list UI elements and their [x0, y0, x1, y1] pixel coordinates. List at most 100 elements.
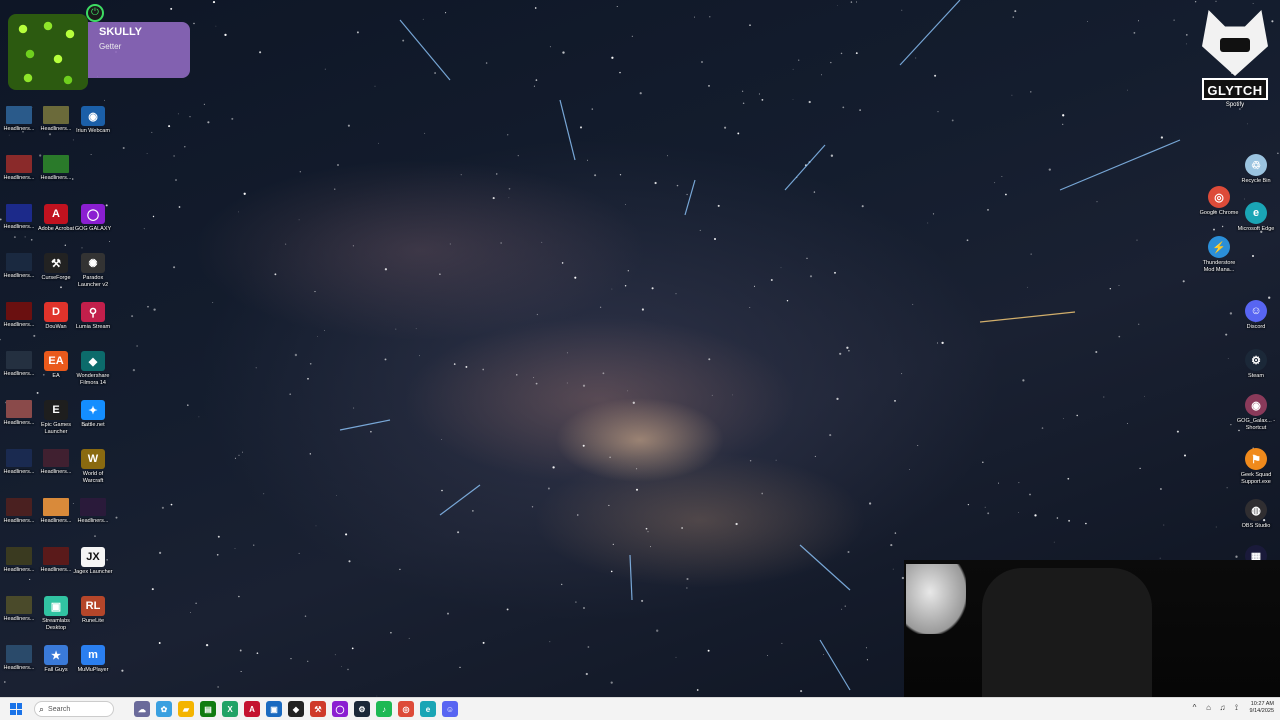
gog-galax-shortcut-icon: ◉ [1245, 394, 1267, 416]
pen-icon[interactable]: ⟟ [1232, 703, 1242, 713]
desktop-icon-iriun-webcam[interactable]: ◉ Iriun Webcam [74, 104, 112, 150]
desktop-icon-headliners[interactable]: Headliners... [0, 643, 38, 689]
desktop-icon-headliners[interactable]: Headliners... [0, 398, 38, 444]
desktop-icon-label: CurseForge [41, 275, 71, 281]
desktop-icon-label: Headliners... [3, 273, 35, 279]
search-icon: ⌕ [39, 703, 45, 714]
desktop-icon-world-of-warcraft[interactable]: W World of Warcraft [74, 447, 112, 493]
gaming-chair [982, 568, 1152, 697]
taskbar-gog-galaxy-icon[interactable]: ◯ [332, 701, 348, 717]
desktop-icon-paradox-launcher-v2[interactable]: ✺ Paradox Launcher v2 [74, 251, 112, 297]
desktop-icon-steam[interactable]: ⚙ Steam [1237, 347, 1275, 393]
microsoft-edge-icon: e [1245, 202, 1267, 224]
chevron-up-icon[interactable]: ^ [1190, 703, 1200, 713]
desktop-icon-headliners[interactable]: Headliners... [0, 300, 38, 346]
desktop-icon-headliners[interactable]: Headliners... [37, 545, 75, 591]
desktop-icon-gog-galaxy[interactable]: ◯ GOG GALAXY [74, 202, 112, 248]
clock-time: 10:27 AM [1250, 701, 1274, 707]
search-box[interactable]: ⌕ Search [34, 701, 114, 717]
desktop-icon-headliners[interactable]: Headliners... [37, 447, 75, 493]
desktop-icon-recycle-bin[interactable]: ♲ Recycle Bin [1237, 152, 1275, 198]
desktop-icon-headliners[interactable]: Headliners... [0, 349, 38, 395]
desktop-icon-curseforge[interactable]: ⚒ CurseForge [37, 251, 75, 297]
desktop-icon-thunderstore-mod-mana[interactable]: ⚡ Thunderstore Mod Mana... [1200, 234, 1238, 280]
headliners-icon [6, 106, 32, 124]
battle-net-icon: ✦ [81, 400, 105, 420]
desktop-icon-headliners[interactable]: Headliners... [0, 251, 38, 297]
desktop-icon-label: Adobe Acrobat [37, 226, 75, 232]
desktop-icon-headliners[interactable]: Headliners... [0, 104, 38, 150]
pinned-apps: ☁ ✿ ▰ ▤ X A ▣ ◆ ⚒ ◯ ⚙ ♪ ◎ e ☺ [128, 701, 458, 717]
taskbar-xbox-icon[interactable]: ▤ [200, 701, 216, 717]
headliners-icon [6, 253, 32, 271]
desktop-icon-label: Steam [1248, 373, 1264, 379]
desktop-icon-microsoft-edge[interactable]: e Microsoft Edge [1237, 200, 1275, 246]
desktop-icon-ea[interactable]: EA EA [37, 349, 75, 395]
taskbar-excel-icon[interactable]: X [222, 701, 238, 717]
desktop-icon-label: Headliners... [3, 518, 35, 524]
desktop-icon-headliners[interactable]: Headliners... [0, 153, 38, 199]
headliners-icon [43, 449, 69, 467]
desktop-icon-runelite[interactable]: RL RuneLite [74, 594, 112, 640]
desktop-icon-label: EA [52, 373, 60, 379]
power-icon: ⏻ [86, 4, 104, 22]
clock[interactable]: 10:27 AM 9/14/2025 [1250, 701, 1274, 715]
desktop-icon-headliners[interactable]: Headliners... [74, 496, 112, 542]
taskbar-chrome-icon[interactable]: ◎ [398, 701, 414, 717]
desktop-icon-label: Iriun Webcam [76, 128, 110, 134]
taskbar-app-red-icon[interactable]: A [244, 701, 260, 717]
desktop-icon-epic-games-launcher[interactable]: E Epic Games Launcher [37, 398, 75, 444]
taskbar-file-explorer-icon[interactable]: ▰ [178, 701, 194, 717]
desktop-icon-mumuplayer[interactable]: m MuMuPlayer [74, 643, 112, 689]
desktop-icon-fall-guys[interactable]: ★ Fall Guys [37, 643, 75, 689]
desktop-icon-google-chrome[interactable]: ◎ Google Chrome [1200, 184, 1238, 230]
desktop-icon-obs-studio[interactable]: ◍ OBS Studio [1237, 497, 1275, 543]
desktop-icon-label: MuMuPlayer [77, 667, 109, 673]
desktop-icon-discord[interactable]: ☺ Discord [1237, 298, 1275, 344]
desktop-icon-label: Discord [1246, 324, 1266, 330]
taskbar-steam-icon[interactable]: ⚙ [354, 701, 370, 717]
desktop-icon-geek-squad-support-exe[interactable]: ⚑ Geek Squad Support.exe [1237, 446, 1275, 492]
desktop-icon-headliners[interactable]: Headliners... [37, 153, 75, 199]
taskbar-copilot-icon[interactable]: ✿ [156, 701, 172, 717]
taskbar-epic-games-icon[interactable]: ◆ [288, 701, 304, 717]
desktop-icon-adobe-acrobat[interactable]: A Adobe Acrobat [37, 202, 75, 248]
desktop-icon-headliners[interactable]: Headliners... [0, 545, 38, 591]
desktop-icon-label: DouWan [45, 324, 67, 330]
desktop-icon-headliners[interactable]: Headliners... [37, 496, 75, 542]
desktop-icon-label: Headliners... [3, 371, 35, 377]
taskbar-app-blue-icon[interactable]: ▣ [266, 701, 282, 717]
desktop-icon-label: Epic Games Launcher [41, 422, 71, 435]
network-icon[interactable]: ⌂ [1204, 703, 1214, 713]
desktop-icon-label: Fall Guys [44, 667, 68, 673]
notification-subtitle: Getter [99, 42, 122, 51]
desktop-icon-label: Google Chrome [1199, 210, 1239, 216]
desktop-icon-jagex-launcher[interactable]: JX Jagex Launcher [73, 545, 113, 591]
desktop-icon-lumia-stream[interactable]: ⚲ Lumia Stream [74, 300, 112, 346]
glytch-spotify-icon[interactable]: GLYTCH Spotify [1200, 10, 1270, 114]
taskbar-widgets-icon[interactable]: ☁ [134, 701, 150, 717]
headliners-icon [43, 547, 69, 565]
desktop-icon-headliners[interactable]: Headliners... [0, 496, 38, 542]
skull-avatar [8, 14, 88, 90]
start-button[interactable] [10, 703, 22, 715]
taskbar-discord-icon[interactable]: ☺ [442, 701, 458, 717]
world-of-warcraft-icon: W [81, 449, 105, 469]
fox-logo-icon [1202, 10, 1268, 76]
desktop-icon-headliners[interactable]: Headliners... [37, 104, 75, 150]
desktop-icon-headliners[interactable]: Headliners... [0, 447, 38, 493]
headliners-icon [6, 400, 32, 418]
thunderstore-mod-mana-icon: ⚡ [1208, 236, 1230, 258]
volume-icon[interactable]: ♫ [1218, 703, 1228, 713]
desktop-icon-headliners[interactable]: Headliners... [0, 594, 38, 640]
taskbar-spotify-icon[interactable]: ♪ [376, 701, 392, 717]
desktop-icon-gog-galax-shortcut[interactable]: ◉ GOG_Galax... - Shortcut [1237, 392, 1275, 438]
taskbar-curseforge-icon[interactable]: ⚒ [310, 701, 326, 717]
desktop-icon-streamlabs-desktop[interactable]: ▣ Streamlabs Desktop [37, 594, 75, 640]
desktop-icon-headliners[interactable]: Headliners... [0, 202, 38, 248]
desktop-icon-battle-net[interactable]: ✦ Battle.net [74, 398, 112, 444]
desktop-icon-douwan[interactable]: D DouWan [37, 300, 75, 346]
taskbar-edge-icon[interactable]: e [420, 701, 436, 717]
desktop-icon-wondershare-filmora-14[interactable]: ◆ Wondershare Filmora 14 [74, 349, 112, 395]
desktop-icon-label: Battle.net [81, 422, 105, 428]
